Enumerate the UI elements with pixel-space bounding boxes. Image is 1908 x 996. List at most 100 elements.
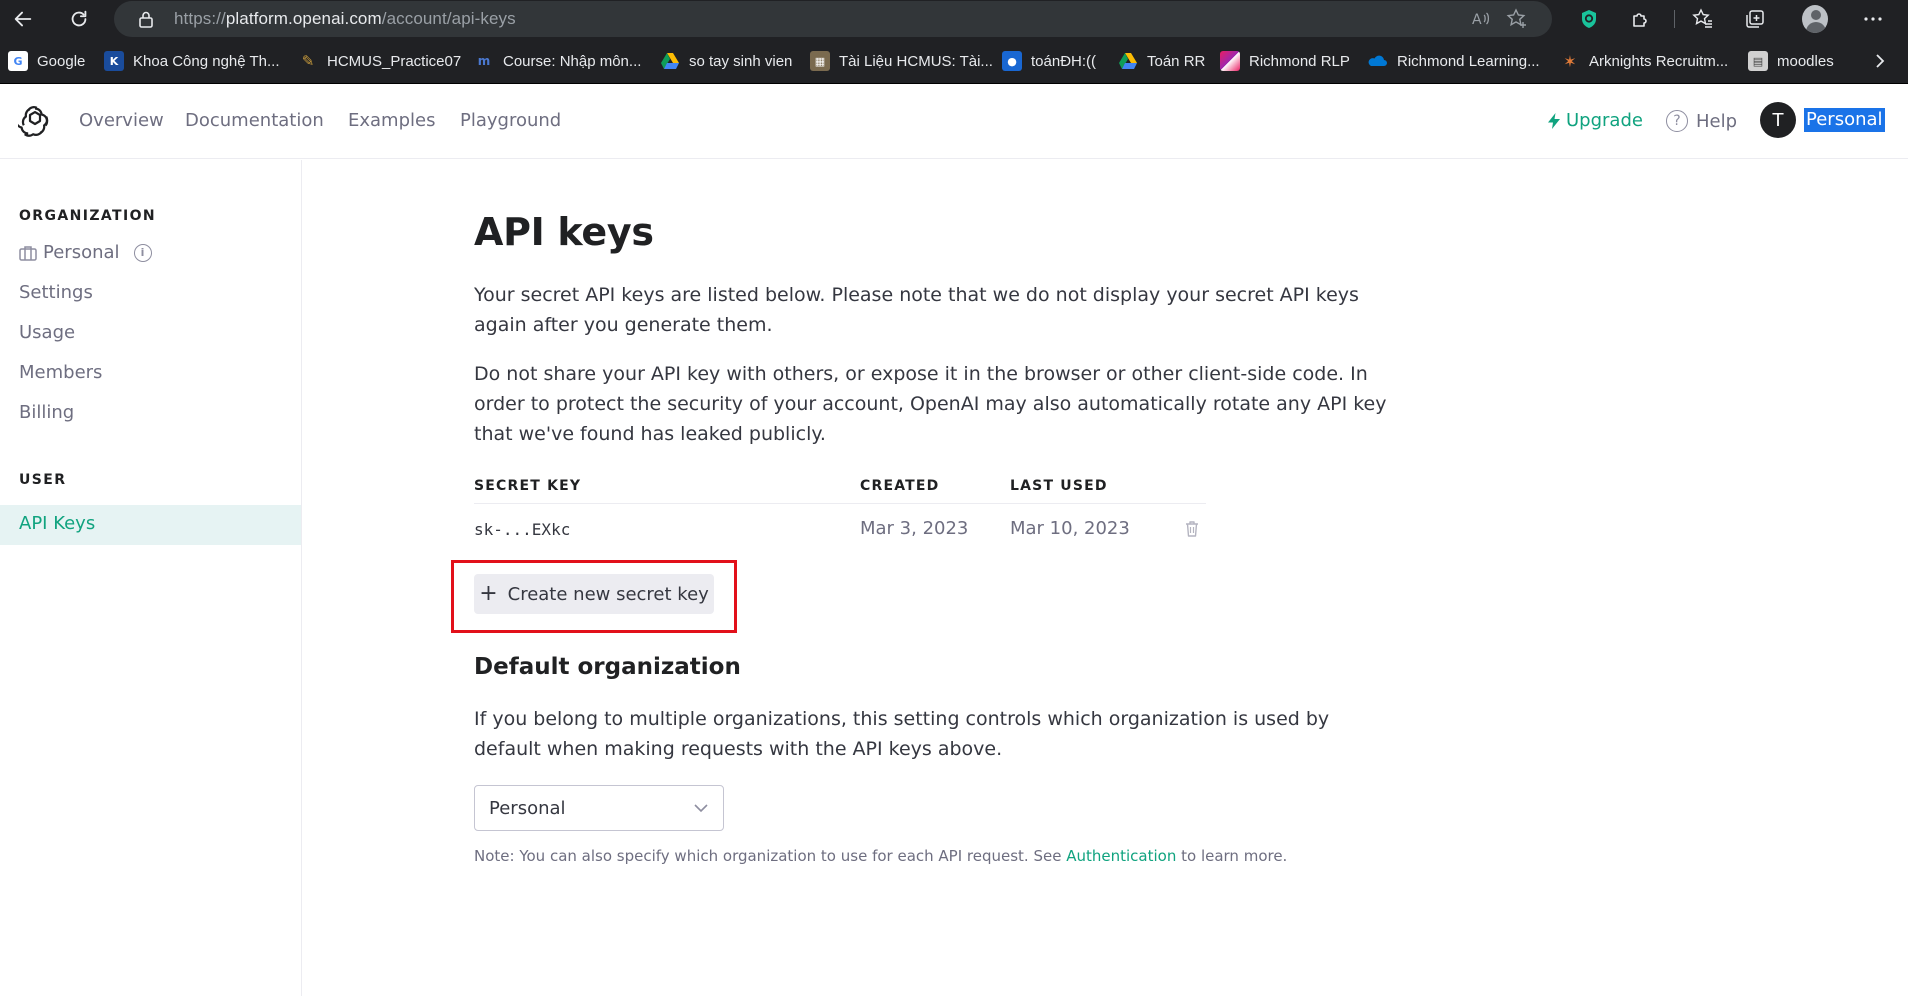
reload-icon	[71, 10, 87, 27]
created-date: Mar 3, 2023	[860, 518, 969, 539]
bookmark-tai-lieu[interactable]: ▦ Tài Liệu HCMUS: Tài...	[810, 49, 993, 73]
highlight-annotation-box	[451, 560, 737, 633]
building-icon: ▦	[810, 51, 830, 71]
bookmark-label: Course: Nhập môn...	[503, 52, 642, 70]
upgrade-label: Upgrade	[1566, 110, 1643, 131]
bookmark-label: Khoa Công nghệ Th...	[133, 52, 280, 70]
back-arrow-icon	[14, 11, 32, 27]
drive-icon	[661, 53, 679, 69]
help-link[interactable]: ? Help	[1666, 110, 1737, 132]
sidebar-item-label: API Keys	[19, 513, 96, 534]
khoa-cntt-icon: K	[104, 51, 124, 71]
sidebar-item-personal[interactable]: Personal i	[19, 242, 152, 263]
table-divider	[474, 503, 1206, 504]
nav-overview[interactable]: Overview	[79, 110, 164, 131]
onedrive-icon	[1368, 55, 1387, 66]
drive-icon	[1119, 53, 1137, 69]
add-favorite-icon[interactable]	[1506, 8, 1528, 30]
bookmark-label: Richmond RLP	[1249, 52, 1350, 70]
back-button[interactable]	[8, 4, 38, 34]
trash-icon[interactable]	[1184, 520, 1200, 538]
bookmark-label: moodles	[1777, 52, 1834, 70]
sidebar-item-api-keys[interactable]: API Keys	[0, 505, 301, 545]
nav-examples[interactable]: Examples	[348, 110, 435, 131]
sidebar-item-settings[interactable]: Settings	[19, 282, 93, 303]
sidebar-item-label: Settings	[19, 282, 93, 303]
briefcase-icon	[19, 245, 37, 261]
note-suffix: to learn more.	[1176, 847, 1288, 865]
bookmark-arknights[interactable]: ✶ Arknights Recruitm...	[1560, 49, 1728, 73]
openai-logo-icon[interactable]	[18, 104, 52, 138]
account-name[interactable]: Personal	[1804, 108, 1885, 132]
app-header: Overview Documentation Examples Playgrou…	[0, 84, 1908, 159]
svg-text:A: A	[1472, 12, 1482, 28]
organization-select[interactable]: Personal	[474, 785, 724, 831]
bookmark-label: so tay sinh vien	[689, 52, 793, 70]
info-icon[interactable]: i	[133, 243, 152, 262]
more-dots-icon	[1864, 17, 1882, 21]
help-label: Help	[1696, 110, 1738, 132]
avatar[interactable]: T	[1760, 102, 1796, 138]
collections-button[interactable]	[1742, 6, 1768, 32]
bookmark-label: Arknights Recruitm...	[1589, 52, 1729, 70]
sidebar-item-usage[interactable]: Usage	[19, 322, 75, 343]
classroom-icon: ●	[1002, 51, 1022, 71]
bookmark-so-tay[interactable]: so tay sinh vien	[660, 49, 792, 73]
reload-button[interactable]	[64, 4, 94, 34]
richmond-icon	[1220, 51, 1240, 71]
sidebar-item-label: Billing	[19, 402, 75, 423]
column-header-created: CREATED	[860, 478, 940, 494]
bookmark-moodles[interactable]: ▤ moodles	[1748, 49, 1834, 73]
profile-button[interactable]	[1802, 5, 1828, 33]
bookmark-label: Tài Liệu HCMUS: Tài...	[839, 52, 993, 70]
moodle-icon: m	[477, 54, 491, 68]
bookmark-label: Toán RR	[1147, 52, 1206, 70]
sidebar-item-label: Usage	[19, 322, 76, 343]
bookmark-toan-rr[interactable]: Toán RR	[1118, 49, 1205, 73]
last-used-date: Mar 10, 2023	[1010, 518, 1130, 539]
shield-extension-icon	[1582, 10, 1596, 28]
url-text: https://platform.openai.com/account/api-…	[174, 9, 516, 28]
organization-select-value: Personal	[489, 798, 566, 819]
intro-text: Your secret API keys are listed below. P…	[474, 284, 1359, 336]
lock-icon	[139, 11, 153, 28]
chevron-right-icon[interactable]	[1870, 51, 1890, 71]
column-header-secret-key: SECRET KEY	[474, 478, 582, 494]
bookmark-richmond-learning[interactable]: Richmond Learning...	[1368, 49, 1540, 73]
bookmark-label: toánĐH:((	[1031, 52, 1097, 70]
note-text: Note: You can also specify which organiz…	[474, 847, 1287, 865]
sidebar-item-label: Personal	[43, 242, 120, 263]
arknights-icon: ✶	[1563, 51, 1577, 71]
bookmark-toan-dh[interactable]: ● toánĐH:((	[1002, 49, 1096, 73]
sidebar-heading-user: USER	[19, 472, 67, 488]
column-header-last-used: LAST USED	[1010, 478, 1108, 494]
sidebar-item-billing[interactable]: Billing	[19, 402, 74, 423]
bookmark-google[interactable]: G Google	[8, 49, 85, 73]
address-bar[interactable]: https://platform.openai.com/account/api-…	[114, 1, 1552, 37]
default-organization-text: If you belong to multiple organizations,…	[474, 708, 1330, 760]
bookmark-hcmus-practice[interactable]: ✎ HCMUS_Practice07	[298, 49, 462, 73]
bookmark-richmond-rlp[interactable]: Richmond RLP	[1220, 49, 1350, 73]
read-aloud-icon[interactable]: A	[1470, 8, 1492, 30]
sidebar-item-members[interactable]: Members	[19, 362, 102, 383]
nav-documentation[interactable]: Documentation	[185, 110, 324, 131]
nav-playground[interactable]: Playground	[460, 110, 561, 131]
bookmark-label: Richmond Learning...	[1397, 52, 1540, 70]
google-icon: G	[8, 51, 28, 71]
authentication-link[interactable]: Authentication	[1066, 847, 1176, 865]
upgrade-link[interactable]: Upgrade	[1546, 110, 1643, 131]
collections-icon	[1746, 10, 1764, 28]
favorites-button[interactable]	[1690, 6, 1716, 32]
bookmark-course[interactable]: m Course: Nhập môn...	[474, 49, 642, 73]
bookmark-khoa-cntt[interactable]: K Khoa Công nghệ Th...	[104, 49, 280, 73]
bookmarks-bar: G Google K Khoa Công nghệ Th... ✎ HCMUS_…	[0, 38, 1908, 84]
extension-shield-button[interactable]	[1576, 6, 1602, 32]
extensions-button[interactable]	[1628, 6, 1654, 32]
secret-key-value: sk-...EXkc	[474, 520, 571, 539]
toolbar-separator	[1674, 10, 1675, 28]
lightning-icon	[1548, 112, 1560, 129]
default-organization-title: Default organization	[474, 654, 741, 680]
browser-toolbar: https://platform.openai.com/account/api-…	[0, 0, 1908, 38]
sidebar-item-label: Members	[19, 362, 103, 383]
settings-menu-button[interactable]	[1860, 6, 1886, 32]
